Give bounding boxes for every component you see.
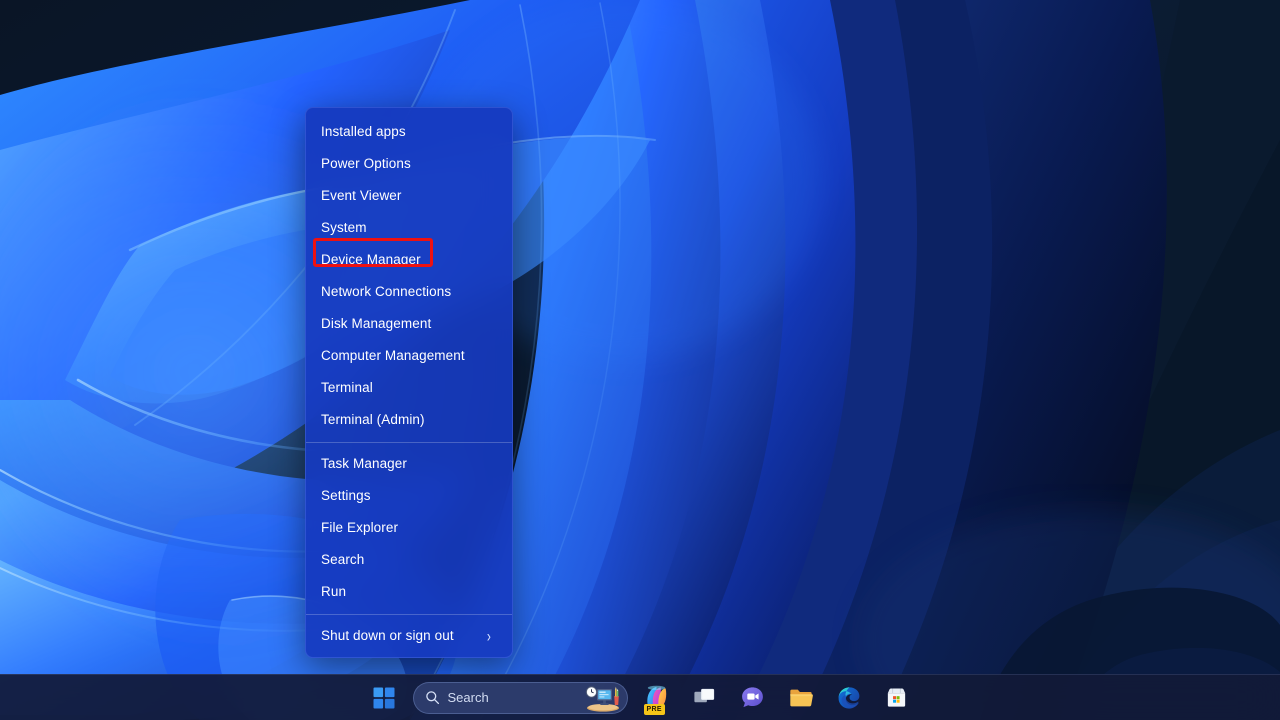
menu-item-device-manager[interactable]: Device Manager	[306, 244, 512, 276]
search-box[interactable]: Search	[412, 681, 628, 714]
menu-item-label: Disk Management	[321, 316, 432, 331]
menu-item-label: Desktop	[321, 652, 500, 657]
menu-item-shut-down-or-sign-out[interactable]: Shut down or sign out ›	[306, 620, 512, 652]
menu-item-terminal[interactable]: Terminal	[306, 372, 512, 404]
taskbar-center-group: Search PRE	[365, 679, 916, 717]
menu-item-label: Run	[321, 584, 347, 599]
menu-item-desktop[interactable]: Desktop	[306, 652, 512, 657]
desktop-screen: Installed apps Power Options Event Viewe…	[0, 0, 1280, 720]
menu-item-terminal-admin[interactable]: Terminal (Admin)	[306, 404, 512, 436]
menu-item-label: Terminal (Admin)	[321, 412, 425, 427]
menu-separator	[306, 614, 512, 615]
taskbar: Search PRE	[0, 674, 1280, 720]
win-x-quick-link-menu[interactable]: Installed apps Power Options Event Viewe…	[305, 107, 513, 658]
microsoft-store-icon	[887, 688, 906, 707]
menu-item-run[interactable]: Run	[306, 576, 512, 608]
menu-group-utilities: Task Manager Settings File Explorer Sear…	[306, 448, 512, 608]
menu-group-session: Shut down or sign out › Desktop	[306, 620, 512, 657]
menu-item-search[interactable]: Search	[306, 544, 512, 576]
menu-item-label: Shut down or sign out	[321, 628, 454, 643]
menu-item-network-connections[interactable]: Network Connections	[306, 276, 512, 308]
windows-logo-icon	[373, 687, 394, 708]
menu-item-disk-management[interactable]: Disk Management	[306, 308, 512, 340]
search-input[interactable]: Search	[448, 690, 575, 705]
menu-item-label: Installed apps	[321, 124, 406, 139]
chat-icon	[742, 687, 763, 708]
taskbar-item-edge[interactable]	[830, 679, 868, 717]
search-desktop-scene-icon	[583, 684, 623, 712]
menu-item-file-explorer[interactable]: File Explorer	[306, 512, 512, 544]
search-icon	[425, 691, 439, 705]
menu-item-event-viewer[interactable]: Event Viewer	[306, 180, 512, 212]
taskbar-item-copilot[interactable]: PRE	[638, 679, 676, 717]
edge-icon	[838, 686, 859, 709]
menu-item-settings[interactable]: Settings	[306, 480, 512, 512]
start-button[interactable]	[365, 679, 403, 717]
menu-item-computer-management[interactable]: Computer Management	[306, 340, 512, 372]
menu-item-label: Task Manager	[321, 456, 407, 471]
menu-group-system-tools: Installed apps Power Options Event Viewe…	[306, 116, 512, 436]
menu-item-label: System	[321, 220, 367, 235]
taskbar-item-task-view[interactable]	[686, 679, 724, 717]
menu-item-task-manager[interactable]: Task Manager	[306, 448, 512, 480]
menu-item-label: Settings	[321, 488, 371, 503]
menu-item-system[interactable]: System	[306, 212, 512, 244]
taskbar-item-file-explorer[interactable]	[782, 679, 820, 717]
task-view-icon	[694, 688, 715, 703]
menu-item-label: File Explorer	[321, 520, 399, 535]
taskbar-item-store[interactable]	[878, 679, 916, 717]
preview-badge: PRE	[643, 703, 665, 715]
menu-separator	[306, 442, 512, 443]
menu-item-label: Computer Management	[321, 348, 465, 363]
menu-item-label: Search	[321, 552, 365, 567]
menu-item-power-options[interactable]: Power Options	[306, 148, 512, 180]
menu-item-label: Power Options	[321, 156, 411, 171]
file-explorer-icon	[789, 689, 813, 706]
menu-item-label: Device Manager	[321, 252, 421, 267]
menu-item-label: Terminal	[321, 380, 373, 395]
menu-item-installed-apps[interactable]: Installed apps	[306, 116, 512, 148]
desktop-wallpaper[interactable]	[0, 0, 1280, 720]
menu-item-label: Event Viewer	[321, 188, 402, 203]
menu-item-label: Network Connections	[321, 284, 452, 299]
taskbar-item-chat[interactable]	[734, 679, 772, 717]
